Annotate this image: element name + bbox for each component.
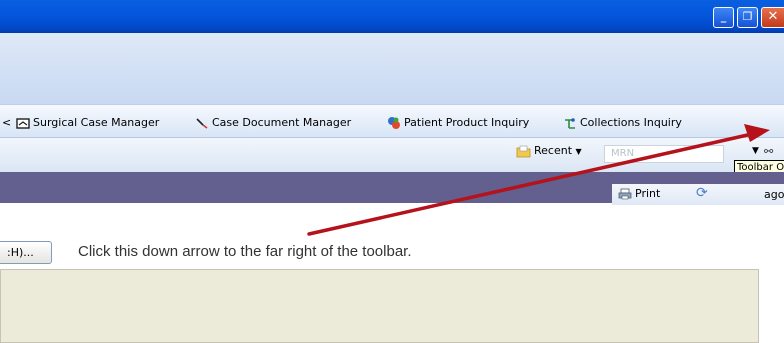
- annotation-arrow: [307, 124, 770, 236]
